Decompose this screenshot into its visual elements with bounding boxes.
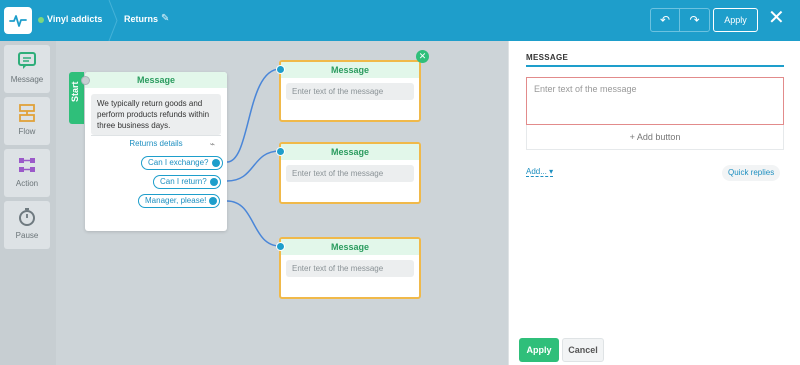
add-button-button[interactable]: + Add button — [526, 125, 784, 150]
pencil-icon[interactable]: ✎ — [161, 13, 169, 24]
node-message-placeholder[interactable]: Enter text of the message — [286, 260, 414, 277]
palette-item-flow[interactable]: Flow — [4, 97, 50, 145]
palette-label: Pause — [15, 231, 39, 240]
message-icon — [18, 52, 36, 69]
palette-label: Message — [10, 75, 44, 84]
node-input-dot — [276, 147, 285, 156]
quick-reply-label: Can I exchange? — [148, 158, 209, 167]
app-logo[interactable] — [4, 7, 32, 34]
node-message-placeholder[interactable]: Enter text of the message — [286, 165, 414, 182]
apply-button[interactable]: Apply — [713, 8, 758, 32]
message-settings-panel: MESSAGE Enter text of the message + Add … — [508, 41, 800, 365]
quick-reply-label: Can I return? — [160, 177, 207, 186]
redo-icon[interactable]: ↷ — [680, 9, 709, 31]
top-bar: Vinyl addicts Returns ✎ ↶ ↷ Apply ✕ — [0, 0, 800, 41]
bot-name[interactable]: Vinyl addicts — [47, 14, 102, 24]
panel-cancel-button[interactable]: Cancel — [562, 338, 604, 362]
element-palette: Message Flow Action Pause — [0, 41, 56, 365]
quick-reply[interactable]: Manager, please! — [138, 194, 221, 208]
node-title: Message — [85, 72, 227, 88]
node-input-dot — [276, 242, 285, 251]
palette-label: Flow — [18, 127, 36, 136]
panel-title-underline — [526, 65, 784, 67]
action-icon — [19, 158, 35, 172]
connector-1 — [226, 68, 281, 163]
node-title: Message — [281, 239, 419, 255]
undo-icon[interactable]: ↶ — [651, 9, 681, 31]
undo-redo-group: ↶ ↷ — [650, 8, 710, 32]
node-input-dot — [276, 65, 285, 74]
connector-2 — [226, 150, 281, 182]
message-textarea[interactable]: Enter text of the message — [526, 77, 784, 125]
add-menu-label: Add... — [526, 167, 547, 176]
message-button[interactable]: Returns details ⌁ — [91, 135, 221, 151]
node-input-dot — [81, 76, 90, 85]
flow-icon — [19, 104, 35, 122]
quick-reply-label: Manager, please! — [145, 196, 207, 205]
node-message-placeholder[interactable]: Enter text of the message — [286, 83, 414, 100]
palette-item-pause[interactable]: Pause — [4, 201, 50, 249]
message-node[interactable]: Message Enter text of the message — [276, 142, 421, 204]
pulse-icon — [9, 15, 27, 27]
message-node[interactable]: Message Enter text of the message — [276, 237, 421, 299]
quick-reply-connector-dot[interactable] — [209, 178, 218, 186]
quick-replies-button[interactable]: Quick replies — [722, 165, 781, 181]
palette-item-action[interactable]: Action — [4, 149, 50, 197]
quick-reply-connector-dot[interactable] — [209, 197, 218, 205]
start-label: Start — [70, 81, 80, 102]
quick-reply[interactable]: Can I exchange? — [141, 156, 223, 170]
palette-label: Action — [15, 179, 39, 188]
quick-reply[interactable]: Can I return? — [153, 175, 221, 189]
add-menu-dropdown[interactable]: Add... ▾ — [526, 167, 554, 177]
close-icon[interactable]: ✕ — [416, 50, 429, 63]
connector-3 — [226, 200, 281, 247]
panel-title: MESSAGE — [526, 53, 569, 62]
pause-icon — [19, 208, 35, 226]
bot-status-dot — [38, 17, 44, 23]
panel-apply-button[interactable]: Apply — [519, 338, 559, 362]
attachment-icon: ⌁ — [209, 139, 215, 149]
node-message-text: We typically return goods and perform pr… — [91, 94, 221, 135]
message-button-label: Returns details — [129, 139, 183, 148]
quick-reply-connector-dot[interactable] — [211, 159, 220, 167]
message-node[interactable]: Message Enter text of the message — [276, 60, 421, 122]
close-icon[interactable]: ✕ — [768, 6, 785, 30]
palette-item-message[interactable]: Message — [4, 45, 50, 93]
caret-down-icon: ▾ — [549, 167, 554, 176]
node-title: Message — [281, 144, 419, 160]
breadcrumb-separator — [108, 0, 118, 41]
node-title: Message — [281, 62, 419, 78]
flow-name: Returns — [124, 14, 159, 24]
